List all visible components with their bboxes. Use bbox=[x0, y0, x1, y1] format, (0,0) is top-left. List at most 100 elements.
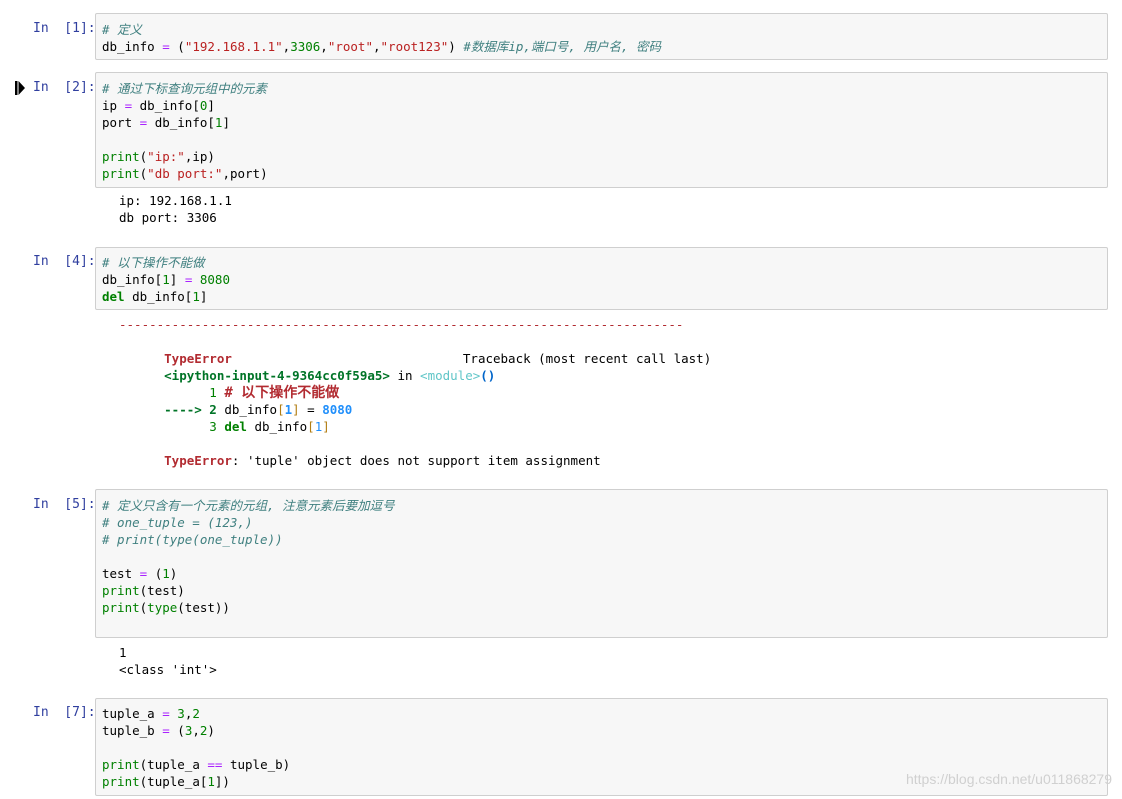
code-token: 2 bbox=[192, 706, 200, 721]
code-line: # 定义 bbox=[102, 21, 142, 38]
code-token: 3 bbox=[177, 706, 185, 721]
code-token: == bbox=[207, 757, 223, 772]
code-token: print bbox=[102, 600, 140, 615]
code-token: 1 bbox=[207, 774, 215, 789]
traceback-divider: ----------------------------------------… bbox=[119, 317, 684, 332]
parens: () bbox=[480, 368, 496, 383]
code-line: print(tuple_a[1]) bbox=[102, 773, 230, 790]
code-token: db_info bbox=[246, 419, 308, 434]
code-token: (tuple_a bbox=[139, 757, 208, 772]
code-token: , bbox=[372, 39, 381, 54]
code-input[interactable]: # 通过下标查询元组中的元素 ip = db_info[0] port = db_i… bbox=[95, 72, 1108, 188]
watermark: https://blog.csdn.net/u011868279 bbox=[905, 771, 1112, 787]
code-line: test = (1) bbox=[102, 565, 177, 582]
code-token: 1 bbox=[192, 289, 200, 304]
code-token: db_info[ bbox=[102, 272, 163, 287]
code-token: ,ip) bbox=[184, 149, 215, 164]
code-line: # 定义只含有一个元素的元组, 注意元素后要加逗号 bbox=[102, 497, 395, 514]
code-token: port bbox=[102, 115, 140, 130]
code-token: ip bbox=[102, 98, 125, 113]
code-token: db_info[ bbox=[124, 289, 193, 304]
code-token: # print(type(one_tuple)) bbox=[102, 532, 283, 547]
code-token: ] bbox=[169, 272, 185, 287]
code-token: = bbox=[124, 98, 133, 113]
code-token: # one_tuple = (123,) bbox=[102, 515, 253, 530]
code-token: ( bbox=[147, 566, 163, 581]
output-line: <class 'int'> bbox=[119, 662, 217, 677]
code-token: print bbox=[102, 149, 140, 164]
code-token: del bbox=[102, 289, 125, 304]
code-token: = bbox=[162, 39, 170, 54]
cell-prompt: In [1]: bbox=[33, 21, 96, 36]
cell-prompt: In [5]: bbox=[33, 497, 96, 512]
in-word: in bbox=[389, 368, 421, 383]
code-token: tuple_a bbox=[102, 706, 163, 721]
error-type: TypeError bbox=[164, 453, 232, 468]
code-line: db_info = ("192.168.1.1",3306,"root","ro… bbox=[102, 38, 661, 55]
code-token: [ bbox=[307, 419, 315, 434]
code-token: # 以下操作不能做 bbox=[102, 255, 205, 270]
code-line: # 通过下标查询元组中的元素 bbox=[102, 80, 267, 97]
code-line: ip = db_info[0] bbox=[102, 97, 215, 114]
code-token: 1 bbox=[162, 566, 170, 581]
module-ref: <module> bbox=[420, 368, 481, 383]
cell-prompt: In [4]: bbox=[33, 254, 96, 269]
code-token: , bbox=[192, 723, 200, 738]
traceback-line-1: 1 # 以下操作不能做 bbox=[119, 367, 339, 401]
code-line: tuple_b = (3,2) bbox=[102, 722, 215, 739]
code-line: db_info[1] = 8080 bbox=[102, 271, 230, 288]
code-token: db_info[ bbox=[147, 115, 215, 130]
code-token: # 通过下标查询元组中的元素 bbox=[102, 81, 268, 96]
traceback-final: TypeError: 'tuple' object does not suppo… bbox=[119, 435, 601, 468]
code-token: ] bbox=[222, 115, 230, 130]
code-token: (test)) bbox=[177, 600, 230, 615]
code-token: ) bbox=[207, 723, 215, 738]
output-line: 1 bbox=[119, 645, 127, 660]
code-token: "root123" bbox=[380, 39, 449, 54]
code-line: print(test) bbox=[102, 582, 185, 599]
code-line: # 以下操作不能做 bbox=[102, 254, 205, 271]
code-token: type bbox=[147, 600, 178, 615]
code-token: 1 bbox=[162, 272, 170, 287]
output-line: db port: 3306 bbox=[119, 210, 217, 225]
traceback-location: <ipython-input-4-9364cc0f59a5> in <modul… bbox=[119, 350, 495, 383]
code-input[interactable]: # 定义只含有一个元素的元组, 注意元素后要加逗号 # one_tuple = (… bbox=[95, 489, 1108, 638]
code-token: ( bbox=[169, 723, 185, 738]
code-token: print bbox=[102, 166, 140, 181]
code-token: "root" bbox=[327, 39, 373, 54]
cell-prompt: In [7]: bbox=[33, 705, 96, 720]
code-token: del bbox=[224, 419, 247, 434]
code-token: 8080 bbox=[199, 272, 230, 287]
output-line: ip: 192.168.1.1 bbox=[119, 193, 232, 208]
code-input[interactable]: # 以下操作不能做 db_info[1] = 8080 del db_info[1] bbox=[95, 247, 1108, 310]
code-token: ] bbox=[322, 419, 330, 434]
traceback-line-3: 3 del db_info[1] bbox=[119, 401, 329, 434]
code-token: db_info bbox=[102, 39, 163, 54]
code-line: print(type(test)) bbox=[102, 599, 230, 616]
code-input[interactable]: # 定义 db_info = ("192.168.1.1",3306,"root"… bbox=[95, 13, 1108, 60]
error-message: : 'tuple' object does not support item a… bbox=[231, 453, 601, 468]
code-token: ,port) bbox=[222, 166, 268, 181]
code-token: print bbox=[102, 583, 140, 598]
code-token: = bbox=[162, 723, 170, 738]
code-token: "ip:" bbox=[147, 149, 185, 164]
code-token: db_info[ bbox=[132, 98, 200, 113]
traceback-header: TypeError Traceback (most recent call las… bbox=[119, 333, 711, 366]
code-token: ] bbox=[199, 289, 208, 304]
code-token: "db port:" bbox=[147, 166, 223, 181]
code-token: ) bbox=[448, 39, 464, 54]
code-token: = bbox=[162, 706, 170, 721]
code-token: # 定义只含有一个元素的元组, 注意元素后要加逗号 bbox=[102, 498, 395, 513]
code-line: # one_tuple = (123,) bbox=[102, 514, 253, 531]
code-token: tuple_b bbox=[102, 723, 163, 738]
code-token: , bbox=[320, 39, 328, 54]
code-line: print("ip:",ip) bbox=[102, 148, 215, 165]
code-line: # print(type(one_tuple)) bbox=[102, 531, 283, 548]
code-token: ( bbox=[169, 39, 185, 54]
code-line: print("db port:",port) bbox=[102, 165, 268, 182]
code-token: print bbox=[102, 774, 140, 789]
code-token: "192.168.1.1" bbox=[184, 39, 283, 54]
code-token: tuple_b) bbox=[222, 757, 291, 772]
code-token: (test) bbox=[139, 583, 185, 598]
